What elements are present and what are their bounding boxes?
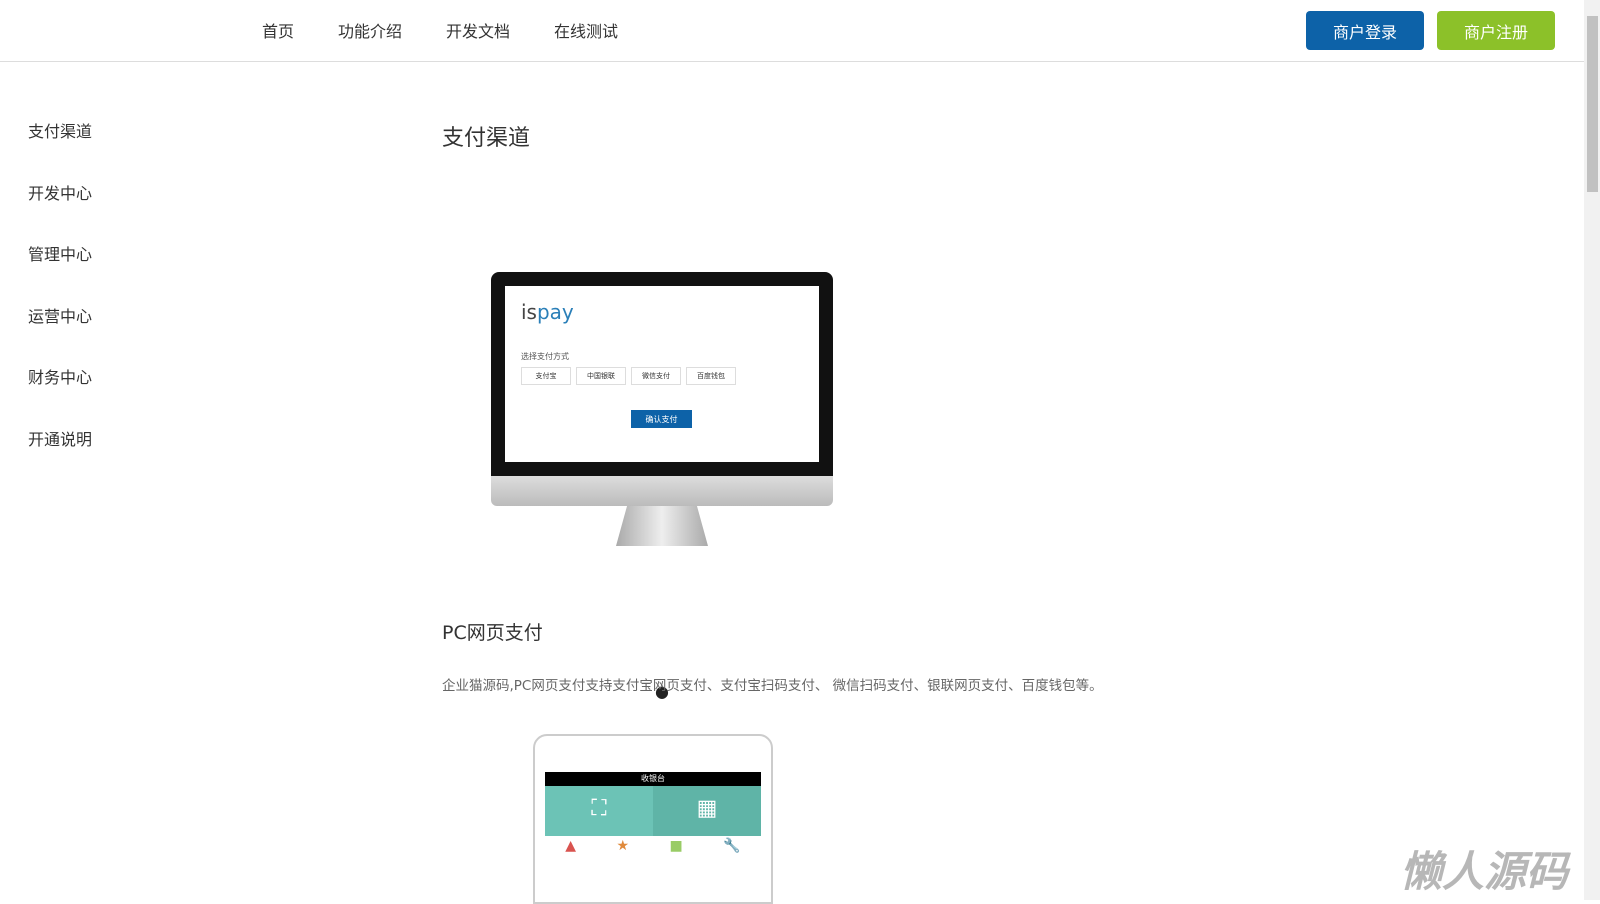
sidebar-item-activation[interactable]: 开通说明 xyxy=(28,426,92,488)
main-nav: 首页 功能介绍 开发文档 在线测试 xyxy=(262,18,662,42)
sidebar: 支付渠道 开发中心 管理中心 运营中心 财务中心 开通说明 xyxy=(28,118,92,487)
nav-features[interactable]: 功能介绍 xyxy=(338,18,402,42)
qr-code-icon: ▦ xyxy=(653,786,761,836)
payment-screen: ispay 选择支付方式 支付宝 中国银联 微信支付 百度钱包 确认支付 xyxy=(505,286,819,462)
scrollbar-thumb[interactable] xyxy=(1587,16,1598,192)
nav-home[interactable]: 首页 xyxy=(262,18,294,42)
cashier-title: 收银台 xyxy=(545,772,761,786)
confirm-pay-button-image: 确认支付 xyxy=(631,410,692,428)
scan-icon: ⛶ xyxy=(591,796,607,821)
sidebar-item-ops-center[interactable]: 运营中心 xyxy=(28,303,92,365)
payment-options: 支付宝 中国银联 微信支付 百度钱包 xyxy=(521,367,736,385)
ipad-illustration: 收银台 ⛶ ▦ ▲ ★ ■ 🔧 xyxy=(533,734,773,904)
option-unionpay: 中国银联 xyxy=(576,367,626,385)
select-method-label: 选择支付方式 xyxy=(521,352,569,361)
scrollbar[interactable] xyxy=(1584,0,1600,900)
square-icon: ■ xyxy=(669,838,683,854)
sidebar-item-dev-center[interactable]: 开发中心 xyxy=(28,180,92,242)
ispay-logo: ispay xyxy=(521,300,574,324)
watermark: 懒人源码 xyxy=(1400,847,1569,896)
sidebar-item-finance-center[interactable]: 财务中心 xyxy=(28,364,92,426)
section-description: 企业猫源码,PC网页支付支持支付宝网页支付、支付宝扫码支付、 微信扫码支付、银联… xyxy=(442,678,1103,694)
option-wechat: 微信支付 xyxy=(631,367,681,385)
nav-online-test[interactable]: 在线测试 xyxy=(554,18,618,42)
top-header: 首页 功能介绍 开发文档 在线测试 商户登录 商户注册 xyxy=(0,0,1584,62)
user-icon: ▲ xyxy=(565,838,577,854)
option-baidu: 百度钱包 xyxy=(686,367,736,385)
main-content: 支付渠道 xyxy=(442,120,530,152)
wrench-icon: 🔧 xyxy=(723,838,741,854)
sidebar-item-admin-center[interactable]: 管理中心 xyxy=(28,241,92,303)
option-alipay: 支付宝 xyxy=(521,367,571,385)
nav-docs[interactable]: 开发文档 xyxy=(446,18,510,42)
page-title: 支付渠道 xyxy=(442,126,531,151)
merchant-register-button[interactable]: 商户注册 xyxy=(1437,11,1555,50)
sidebar-item-channels[interactable]: 支付渠道 xyxy=(28,118,92,180)
imac-illustration: ispay 选择支付方式 支付宝 中国银联 微信支付 百度钱包 确认支付 ● xyxy=(491,272,833,701)
merchant-login-button[interactable]: 商户登录 xyxy=(1306,11,1424,50)
section-title: PC网页支付 xyxy=(442,622,543,644)
star-icon: ★ xyxy=(616,838,630,854)
